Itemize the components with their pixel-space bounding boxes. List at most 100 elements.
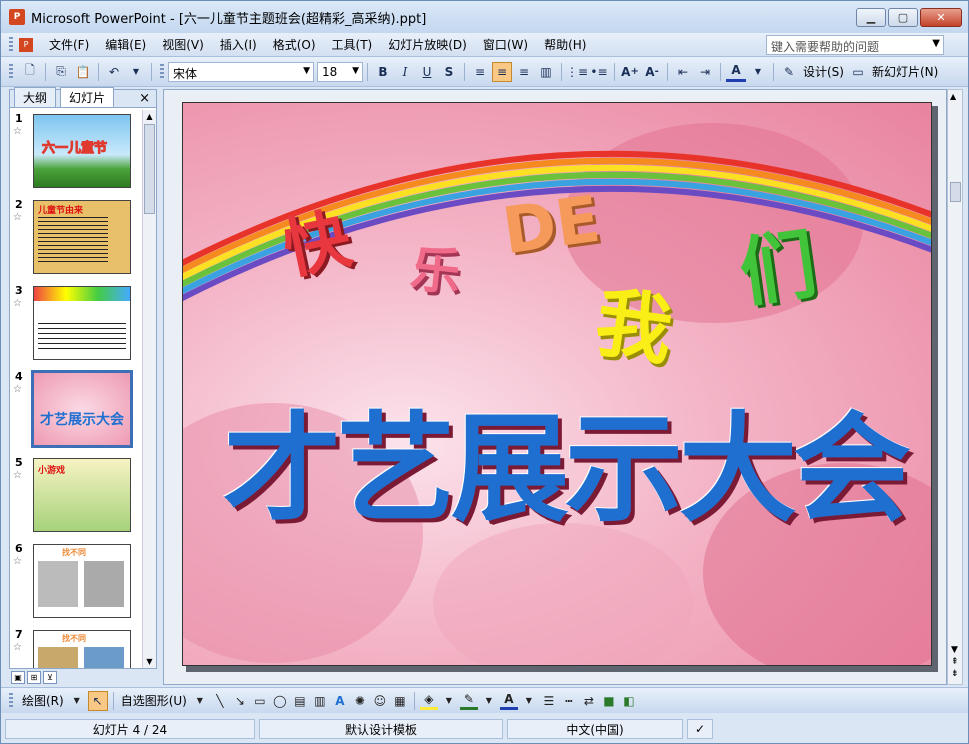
font-color-dropdown-icon[interactable]: ▼	[748, 62, 768, 82]
clipart-icon[interactable]: ☺	[371, 692, 389, 710]
next-slide-icon[interactable]: ⇟	[951, 668, 959, 680]
fontcolor-dropdown-icon[interactable]: ▼	[520, 692, 538, 710]
select-pointer-icon[interactable]: ↖	[87, 690, 108, 711]
slide-thumbnail[interactable]: 7 ☆ 找不同	[10, 626, 142, 668]
normal-view-icon[interactable]: ▣	[11, 671, 25, 684]
underline-button[interactable]: U	[417, 62, 437, 82]
autoshapes-dropdown-icon[interactable]: ▼	[191, 692, 209, 710]
menu-slideshow[interactable]: 幻灯片放映(D)	[380, 36, 475, 53]
wordart-icon[interactable]: A	[331, 692, 349, 710]
design-button[interactable]: 设计(S)	[803, 63, 844, 80]
undo-icon[interactable]: ↶	[104, 62, 124, 82]
restore-button[interactable]: ▢	[888, 8, 918, 27]
picture-icon[interactable]: ▦	[391, 692, 409, 710]
decrease-font-icon[interactable]: A-	[642, 62, 662, 82]
toolbar-grip[interactable]	[9, 36, 13, 53]
menu-help[interactable]: 帮助(H)	[536, 36, 594, 53]
arrow-icon[interactable]: ↘	[231, 692, 249, 710]
menu-insert[interactable]: 插入(I)	[212, 36, 265, 53]
slide-thumbnail[interactable]: 2 ☆ 儿童节由来	[10, 196, 142, 274]
pane-scrollbar[interactable]: ▲ ▼	[142, 110, 156, 668]
slide-thumbnail-selected[interactable]: 4 ☆ 才艺展示大会	[10, 368, 142, 448]
3d-style-icon[interactable]: ◧	[620, 692, 638, 710]
new-slide-button[interactable]: 新幻灯片(N)	[872, 63, 938, 80]
toolbar-grip[interactable]	[9, 692, 13, 709]
draw-dropdown-icon[interactable]: ▼	[68, 692, 86, 710]
oval-icon[interactable]: ◯	[271, 692, 289, 710]
line-dropdown-icon[interactable]: ▼	[480, 692, 498, 710]
distribute-icon[interactable]: ▥	[536, 62, 556, 82]
current-slide[interactable]: 快 乐 DE 我 们 才艺展示大会	[182, 102, 932, 666]
decrease-indent-icon[interactable]: ⇤	[673, 62, 693, 82]
slide-char-de[interactable]: DE	[498, 183, 604, 270]
diagram-icon[interactable]: ✺	[351, 692, 369, 710]
align-center-icon[interactable]: ≡	[492, 61, 512, 82]
scroll-up-icon[interactable]: ▲	[143, 110, 156, 123]
slide-thumbnail[interactable]: 3 ☆	[10, 282, 142, 360]
slide-char-le[interactable]: 乐	[407, 229, 464, 306]
spelling-icon[interactable]: ✓	[687, 719, 713, 739]
vertical-textbox-icon[interactable]: ▥	[311, 692, 329, 710]
menu-format[interactable]: 格式(O)	[265, 36, 324, 53]
slide-char-wo[interactable]: 我	[590, 260, 681, 380]
menu-window[interactable]: 窗口(W)	[475, 36, 536, 53]
increase-indent-icon[interactable]: ⇥	[695, 62, 715, 82]
copy-icon[interactable]: ⎘	[51, 62, 71, 82]
slide-char-men[interactable]: 们	[732, 202, 823, 322]
menu-tools[interactable]: 工具(T)	[324, 36, 381, 53]
align-right-icon[interactable]: ≡	[514, 62, 534, 82]
design-icon[interactable]: ✎	[779, 62, 799, 82]
scroll-up-icon[interactable]: ▲	[950, 92, 956, 101]
document-icon[interactable]: P	[19, 37, 33, 52]
dash-style-icon[interactable]: ┅	[560, 692, 578, 710]
paste-icon[interactable]: 📋	[73, 62, 93, 82]
line-color-icon[interactable]: ✎	[459, 692, 478, 710]
scroll-thumb[interactable]	[950, 182, 961, 202]
editor-scrollbar[interactable]: ▲ ▼ ⇞ ⇟	[947, 89, 963, 685]
align-left-icon[interactable]: ≡	[470, 62, 490, 82]
fill-dropdown-icon[interactable]: ▼	[440, 692, 458, 710]
menu-view[interactable]: 视图(V)	[154, 36, 212, 53]
help-search-input[interactable]: 键入需要帮助的问题	[766, 35, 944, 55]
draw-menu-button[interactable]: 绘图(R)	[22, 692, 64, 709]
slide-thumbnail[interactable]: 6 ☆ 找不同	[10, 540, 142, 618]
font-size-select[interactable]: 18 ▼	[317, 61, 363, 82]
menu-edit[interactable]: 编辑(E)	[97, 36, 154, 53]
slide-preview[interactable]: 找不同	[33, 544, 131, 618]
rectangle-icon[interactable]: ▭	[251, 692, 269, 710]
slide-preview[interactable]: 找不同	[33, 630, 131, 668]
font-color-icon[interactable]: A	[499, 692, 518, 710]
undo-dropdown-icon[interactable]: ▼	[126, 62, 146, 82]
font-color-button[interactable]: A	[726, 62, 746, 82]
slide-preview[interactable]: 小游戏	[33, 458, 131, 532]
fill-color-icon[interactable]: ◈	[419, 692, 438, 710]
slide-thumbnail[interactable]: 5 ☆ 小游戏	[10, 454, 142, 532]
toolbar-grip[interactable]	[9, 63, 13, 80]
font-name-select[interactable]: 宋体 ▼	[168, 61, 314, 82]
new-slide-icon[interactable]: ▭	[848, 62, 868, 82]
scroll-thumb[interactable]	[144, 124, 155, 214]
menu-file[interactable]: 文件(F)	[41, 36, 97, 53]
previous-slide-icon[interactable]: ⇞	[951, 656, 959, 668]
increase-font-icon[interactable]: A +	[620, 62, 640, 82]
slide-preview[interactable]: 才艺展示大会	[31, 370, 133, 448]
slideshow-icon[interactable]: ⊻	[43, 671, 57, 684]
autoshapes-button[interactable]: 自选图形(U)	[121, 692, 187, 709]
textbox-icon[interactable]: ▤	[291, 692, 309, 710]
slide-thumbnail[interactable]: 1 ☆ 六一儿童节	[10, 110, 142, 188]
shadow-style-icon[interactable]: ■	[600, 692, 618, 710]
close-button[interactable]: ✕	[920, 8, 962, 27]
shadow-button[interactable]: S	[439, 62, 459, 82]
powerpoint-icon[interactable]: P	[9, 9, 25, 25]
tab-slides[interactable]: 幻灯片	[60, 87, 115, 107]
scroll-down-icon[interactable]: ▼	[143, 655, 156, 668]
scroll-down-icon[interactable]: ▼	[951, 644, 959, 656]
toolbar-grip[interactable]	[160, 63, 164, 80]
help-dropdown-icon[interactable]: ▼	[932, 38, 940, 49]
line-icon[interactable]: ╲	[211, 692, 229, 710]
numbering-icon[interactable]: ⋮≡	[566, 62, 588, 82]
minimize-button[interactable]: ▁	[856, 8, 886, 27]
bold-button[interactable]: B	[373, 62, 393, 82]
line-style-icon[interactable]: ☰	[540, 692, 558, 710]
arrow-style-icon[interactable]: ⇄	[580, 692, 598, 710]
